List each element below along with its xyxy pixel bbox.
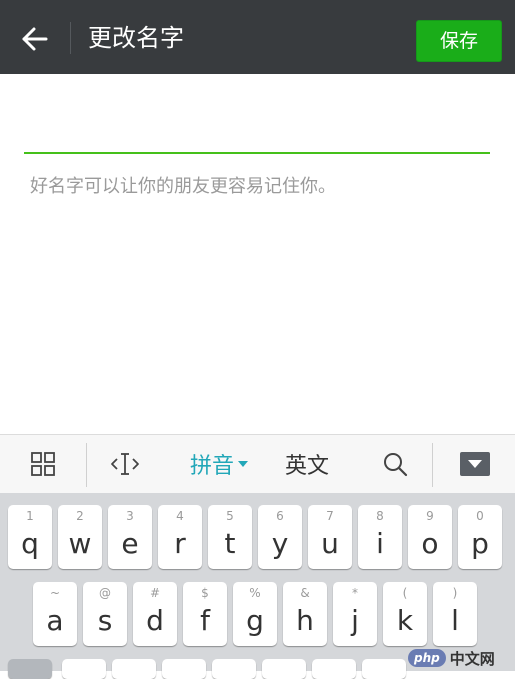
key-shift[interactable] [8,659,52,679]
cursor-move-icon [111,453,139,475]
key-alt-label: $ [201,586,209,600]
search-icon [384,453,408,477]
grid-menu-icon [31,452,55,476]
caret-down-icon [238,461,248,467]
key-main-label: y [271,527,289,560]
key-alt-label: 6 [276,509,284,523]
key-v[interactable] [212,659,256,679]
key-alt-label: # [149,586,161,600]
key-alt-label: @ [99,586,111,600]
key-z[interactable] [62,659,106,679]
key-main-label: u [321,527,339,560]
site-watermark: php 中文网 [408,647,495,669]
key-p[interactable]: 0 p [458,505,502,569]
key-alt-label: 0 [476,509,484,523]
page-title: 更改名字 [88,24,184,52]
key-s[interactable]: @ s [83,582,127,646]
key-alt-label: & [300,586,310,600]
name-input[interactable] [24,100,490,152]
pinyin-mode-button[interactable]: 拼音 [176,435,262,493]
back-button[interactable] [14,18,56,60]
cursor-move-button[interactable] [96,435,154,493]
hide-keyboard-button[interactable] [448,435,502,493]
ime-toolbar: 拼音 英文 [0,434,515,493]
key-m[interactable] [362,659,406,679]
key-g[interactable]: % g [233,582,277,646]
key-y[interactable]: 6 y [258,505,302,569]
soft-keyboard: 1 q 2 w 3 e 4 r 5 t 6 y 7 u 8 i 9 o 0 p … [0,493,515,679]
key-main-label: t [224,527,236,560]
key-alt-label: 7 [326,509,334,523]
key-main-label: q [21,527,39,560]
key-a[interactable]: ~ a [33,582,77,646]
key-u[interactable]: 7 u [308,505,352,569]
key-h[interactable]: & h [283,582,327,646]
watermark-text: 中文网 [449,649,495,668]
input-underline [24,152,490,154]
title-bar: 更改名字 保存 [0,0,515,74]
key-b[interactable] [262,659,306,679]
key-alt-label: 1 [26,509,34,523]
key-alt-label: 4 [176,509,184,523]
ime-search-button[interactable] [366,435,424,493]
key-t[interactable]: 5 t [208,505,252,569]
key-alt-label: * [352,586,358,600]
key-alt-label: ~ [49,586,61,600]
key-main-label: i [376,527,384,560]
key-j[interactable]: * j [333,582,377,646]
key-main-label: e [121,527,139,560]
key-main-label: k [396,604,414,637]
key-alt-label: ) [452,586,458,600]
key-alt-label: 8 [376,509,384,523]
key-n[interactable] [312,659,356,679]
ime-menu-button[interactable] [14,435,72,493]
key-alt-label: ( [402,586,408,600]
key-main-label: f [200,604,210,637]
key-main-label: h [296,604,314,637]
keyboard-hide-icon [460,452,490,476]
key-w[interactable]: 2 w [58,505,102,569]
pinyin-label: 拼音 [189,454,234,479]
key-l[interactable]: ) l [433,582,477,646]
key-main-label: w [68,527,92,560]
hint-text: 好名字可以让你的朋友更容易记住你。 [30,176,336,197]
save-button[interactable]: 保存 [416,20,502,62]
key-f[interactable]: $ f [183,582,227,646]
key-main-label: j [351,604,359,637]
key-alt-label: 2 [76,509,84,523]
key-alt-label: % [249,586,261,600]
toolbar-divider [86,443,87,487]
key-main-label: l [451,604,459,637]
key-o[interactable]: 9 o [408,505,452,569]
key-main-label: d [146,604,164,637]
header-divider [70,22,71,54]
key-d[interactable]: # d [133,582,177,646]
key-main-label: r [174,527,186,560]
key-k[interactable]: ( k [383,582,427,646]
arrow-left-icon [22,27,48,51]
key-alt-label: 5 [226,509,234,523]
key-alt-label: 3 [126,509,134,523]
key-i[interactable]: 8 i [358,505,402,569]
english-mode-button[interactable]: 英文 [272,435,342,493]
key-e[interactable]: 3 e [108,505,152,569]
key-x[interactable] [112,659,156,679]
key-alt-label: 9 [426,509,434,523]
english-label: 英文 [284,454,329,479]
key-main-label: s [97,604,113,637]
key-r[interactable]: 4 r [158,505,202,569]
key-main-label: g [246,604,264,637]
key-main-label: o [421,527,439,560]
key-main-label: p [471,527,489,560]
key-q[interactable]: 1 q [8,505,52,569]
key-main-label: a [46,604,64,637]
toolbar-divider [432,443,433,487]
key-c[interactable] [162,659,206,679]
watermark-logo: php [408,649,446,667]
